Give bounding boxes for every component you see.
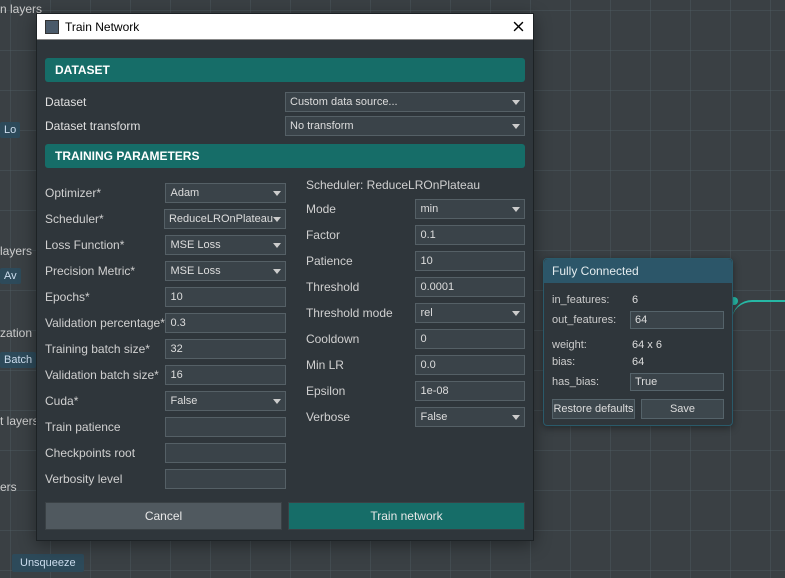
chevron-down-icon <box>273 243 281 248</box>
mode-label: Mode <box>306 202 416 216</box>
verbose-label: Verbose <box>306 410 416 424</box>
validation-pct-input[interactable] <box>165 313 285 333</box>
patience-label: Patience <box>306 254 416 268</box>
train-patience-input[interactable] <box>165 417 285 437</box>
chevron-down-icon <box>273 399 281 404</box>
scheduler-title: Scheduler: ReduceLROnPlateau <box>306 178 525 192</box>
tree-text: layers <box>0 244 32 258</box>
chevron-down-icon <box>512 415 520 420</box>
close-icon[interactable] <box>511 20 525 34</box>
chevron-down-icon <box>512 124 520 129</box>
tree-text: zation <box>0 326 32 340</box>
training-batch-input[interactable] <box>165 339 285 359</box>
verb-label: Verbosity level <box>45 472 165 486</box>
bias-value: 64 <box>630 356 724 368</box>
in-features-value: 6 <box>630 294 724 306</box>
tree-chip[interactable]: Av <box>0 268 21 284</box>
dataset-transform-label: Dataset transform <box>45 119 285 133</box>
out-features-label: out_features: <box>552 314 630 326</box>
dialog-titlebar[interactable]: Train Network <box>37 14 533 40</box>
tree-text: t layers <box>0 414 39 428</box>
cooldown-input[interactable] <box>415 329 525 349</box>
dialog-title: Train Network <box>65 20 139 34</box>
tree-chip-unsqueeze[interactable]: Unsqueeze <box>12 554 84 572</box>
tree-text: ers <box>0 480 17 494</box>
checkpoints-root-input[interactable] <box>165 443 285 463</box>
chevron-down-icon <box>512 100 520 105</box>
weight-label: weight: <box>552 339 630 351</box>
valpct-label: Validation percentage* <box>45 316 165 330</box>
loss-label: Loss Function* <box>45 238 165 252</box>
section-header-training: TRAINING PARAMETERS <box>45 144 525 168</box>
dataset-label: Dataset <box>45 95 285 109</box>
thrmode-label: Threshold mode <box>306 306 416 320</box>
chevron-down-icon <box>273 269 281 274</box>
loss-select[interactable]: MSE Loss <box>165 235 285 255</box>
out-features-input[interactable] <box>630 311 724 329</box>
cuda-select[interactable]: False <box>165 391 285 411</box>
in-features-label: in_features: <box>552 294 630 306</box>
epochs-input[interactable] <box>165 287 285 307</box>
chevron-down-icon <box>512 311 520 316</box>
threshold-label: Threshold <box>306 280 416 294</box>
factor-input[interactable] <box>415 225 525 245</box>
valbs-label: Validation batch size* <box>45 368 165 382</box>
minlr-input[interactable] <box>415 355 525 375</box>
precision-select[interactable]: MSE Loss <box>165 261 285 281</box>
chevron-down-icon <box>512 207 520 212</box>
epochs-label: Epochs* <box>45 290 165 304</box>
threshold-input[interactable] <box>415 277 525 297</box>
tree-chip[interactable]: Batch <box>0 352 36 368</box>
scheduler-select[interactable]: ReduceLROnPlateau <box>164 209 286 229</box>
weight-value: 64 x 6 <box>630 339 724 351</box>
threshold-mode-select[interactable]: rel <box>415 303 525 323</box>
restore-defaults-button[interactable]: Restore defaults <box>552 399 635 419</box>
ckpt-label: Checkpoints root <box>45 446 165 460</box>
scheduler-label: Scheduler* <box>45 212 164 226</box>
cancel-button[interactable]: Cancel <box>45 502 282 530</box>
chevron-down-icon <box>273 217 281 222</box>
epsilon-input[interactable] <box>415 381 525 401</box>
section-header-dataset: DATASET <box>45 58 525 82</box>
dataset-transform-value: No transform <box>290 120 354 132</box>
panel-title[interactable]: Fully Connected <box>544 259 732 283</box>
mode-select[interactable]: min <box>415 199 525 219</box>
dataset-select[interactable]: Custom data source... <box>285 92 525 112</box>
tree-chip[interactable]: Lo <box>0 122 20 138</box>
factor-label: Factor <box>306 228 416 242</box>
patience-input[interactable] <box>415 251 525 271</box>
optimizer-label: Optimizer* <box>45 186 165 200</box>
validation-batch-input[interactable] <box>165 365 285 385</box>
trainbs-label: Training batch size* <box>45 342 165 356</box>
layer-tree-fragment: n layers Lo layers Av zation Batch t lay… <box>0 0 35 578</box>
chevron-down-icon <box>273 191 281 196</box>
trainpat-label: Train patience <box>45 420 165 434</box>
train-network-dialog: Train Network DATASET Dataset Custom dat… <box>36 13 534 541</box>
has-bias-input[interactable] <box>630 373 724 391</box>
precision-label: Precision Metric* <box>45 264 165 278</box>
eps-label: Epsilon <box>306 384 416 398</box>
minlr-label: Min LR <box>306 358 416 372</box>
train-network-button[interactable]: Train network <box>288 502 525 530</box>
connection-wire <box>732 300 785 340</box>
app-icon <box>45 20 59 34</box>
has-bias-label: has_bias: <box>552 376 630 388</box>
dataset-transform-select[interactable]: No transform <box>285 116 525 136</box>
bias-label: bias: <box>552 356 630 368</box>
dataset-value: Custom data source... <box>290 96 398 108</box>
verbosity-input[interactable] <box>165 469 285 489</box>
cooldown-label: Cooldown <box>306 332 416 346</box>
save-button[interactable]: Save <box>641 399 724 419</box>
optimizer-select[interactable]: Adam <box>165 183 285 203</box>
fully-connected-panel[interactable]: Fully Connected in_features: 6 out_featu… <box>543 258 733 426</box>
cuda-label: Cuda* <box>45 394 165 408</box>
verbose-select[interactable]: False <box>415 407 525 427</box>
